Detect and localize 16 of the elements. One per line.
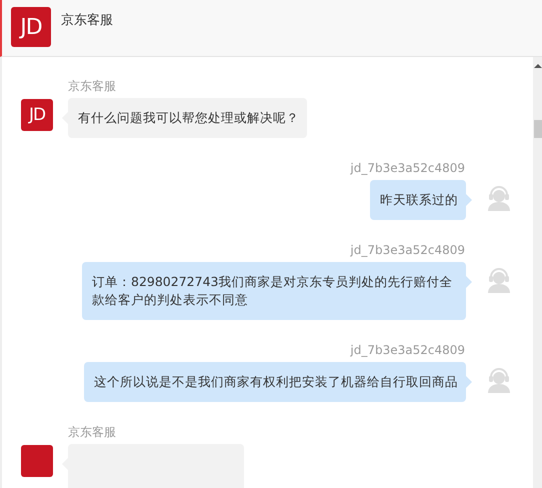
sender-name: 京东客服	[68, 79, 116, 93]
bubble-tail	[466, 276, 472, 288]
user-headset-icon	[485, 183, 513, 211]
scrollbar[interactable]	[533, 57, 542, 488]
agent-avatar: JD	[21, 99, 53, 131]
bubble-tail	[466, 194, 472, 206]
chat-title: 京东客服	[61, 12, 113, 29]
sender-name: jd_7b3e3a52c4809	[350, 343, 465, 357]
sender-name: 京东客服	[68, 425, 116, 439]
bubble-tail	[466, 376, 472, 388]
sender-name: jd_7b3e3a52c4809	[350, 243, 465, 257]
user-headset-icon	[485, 365, 513, 393]
sender-name: jd_7b3e3a52c4809	[350, 161, 465, 175]
agent-avatar	[21, 445, 53, 477]
user-headset-icon	[485, 265, 513, 293]
jd-logo: JD	[11, 7, 51, 47]
